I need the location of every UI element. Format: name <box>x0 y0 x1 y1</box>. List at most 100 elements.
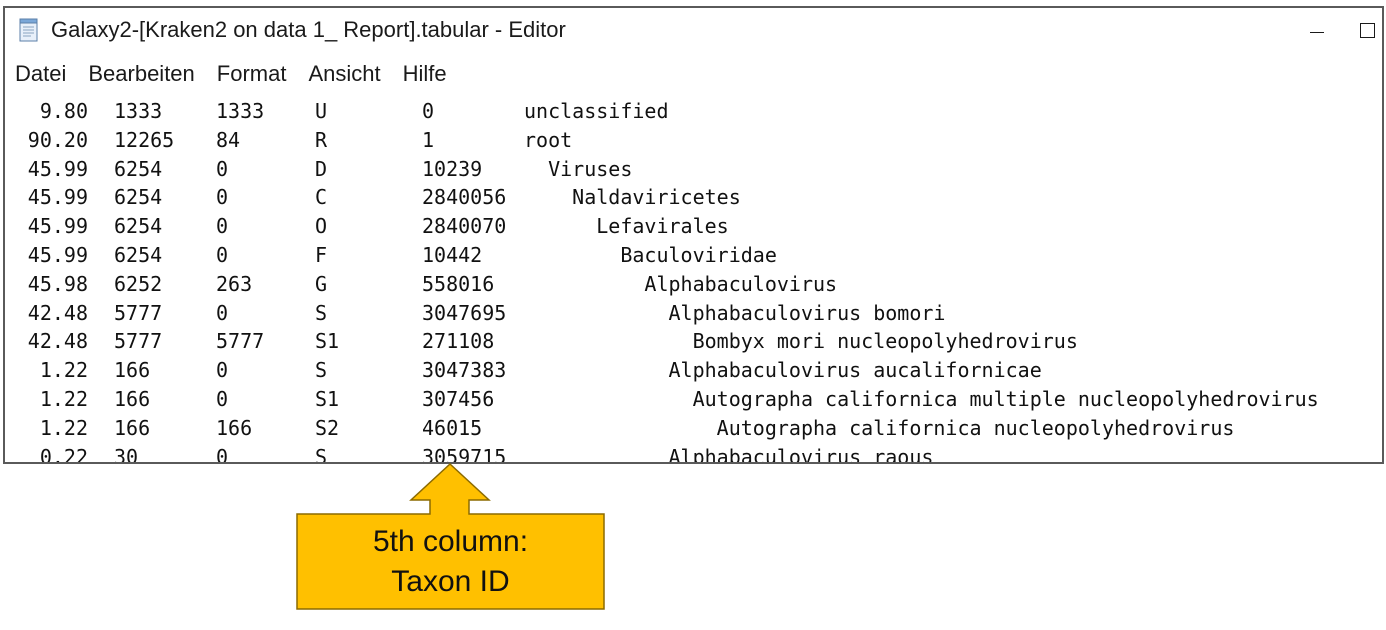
name-cell: Autographa californica nucleopolyhedrovi… <box>524 415 1235 440</box>
percentage-cell: 1.22 <box>39 387 88 411</box>
report-row: 9.80 1333 1333 U 0 unclassified <box>5 97 1382 126</box>
name-cell: root <box>524 127 573 152</box>
maximize-icon <box>1359 22 1375 38</box>
name-cell: Alphabaculovirus <box>524 271 838 296</box>
window-title: Galaxy2-[Kraken2 on data 1_ Report].tabu… <box>51 17 566 42</box>
reads-clade-cell: 6254 <box>114 214 163 239</box>
percentage-cell: 42.48 <box>27 300 88 325</box>
menu-bearbeiten[interactable]: Bearbeiten <box>77 61 205 87</box>
taxon-id-cell: 3047383 <box>422 358 507 383</box>
taxon-id-cell: 3059715 <box>422 444 507 464</box>
rank-cell: G <box>315 271 328 296</box>
report-row: 1.22 166 166 S2 46015 Autographa californica… <box>5 414 1382 443</box>
taxon-id-cell: 307456 <box>422 387 495 411</box>
rank-cell: F <box>315 243 328 267</box>
callout-line-2: Taxon ID <box>391 564 510 598</box>
taxon-id-cell: 10442 <box>422 243 483 267</box>
reads-clade-cell: 166 <box>114 387 151 411</box>
taxon-id-cell: 10239 <box>422 156 483 181</box>
report-row: 45.99 6254 0 C 2840056 Naldaviricetes <box>5 183 1382 212</box>
rank-cell: D <box>315 156 328 181</box>
menu-hilfe[interactable]: Hilfe <box>392 61 458 87</box>
reads-clade-cell: 6254 <box>114 185 163 210</box>
reads-taxon-cell: 0 <box>216 444 229 464</box>
notepad-icon <box>19 18 38 42</box>
taxon-id-cell: 3047695 <box>422 300 507 325</box>
report-row: 42.48 5777 5777 S1 271108 Bombyx mori nucleo… <box>5 327 1382 356</box>
rank-cell: S2 <box>315 415 340 440</box>
percentage-cell: 45.99 <box>27 243 88 267</box>
percentage-cell: 45.99 <box>27 214 88 239</box>
taxon-id-cell: 0 <box>422 99 435 123</box>
reads-clade-cell: 6252 <box>114 271 163 296</box>
percentage-cell: 9.80 <box>39 99 88 123</box>
reads-taxon-cell: 0 <box>216 243 229 267</box>
reads-clade-cell: 12265 <box>114 127 175 152</box>
reads-taxon-cell: 263 <box>216 271 253 296</box>
name-cell: Viruses <box>524 156 633 181</box>
name-cell: Autographa californica multiple nucleopo… <box>524 387 1319 411</box>
name-cell: Alphabaculovirus aucalifornicae <box>524 358 1042 383</box>
reads-clade-cell: 6254 <box>114 156 163 181</box>
taxon-id-cell: 558016 <box>422 271 495 296</box>
taxon-id-cell: 1 <box>422 127 435 152</box>
reads-clade-cell: 1333 <box>114 99 163 123</box>
reads-clade-cell: 30 <box>114 444 139 464</box>
report-row: 90.20 12265 84 R 1 root <box>5 126 1382 155</box>
rank-cell: S1 <box>315 329 340 354</box>
reads-taxon-cell: 0 <box>216 358 229 383</box>
percentage-cell: 1.22 <box>39 415 88 440</box>
report-row: 1.22 166 0 S1 307456 Autographa californica … <box>5 385 1382 414</box>
rank-cell: U <box>315 99 328 123</box>
maximize-button[interactable] <box>1342 8 1382 52</box>
reads-taxon-cell: 0 <box>216 156 229 181</box>
rank-cell: S <box>315 358 328 383</box>
reads-taxon-cell: 5777 <box>216 329 265 354</box>
rank-cell: S1 <box>315 387 340 411</box>
percentage-cell: 0.22 <box>39 444 88 464</box>
taxon-id-cell: 2840070 <box>422 214 507 239</box>
taxon-id-cell: 271108 <box>422 329 495 354</box>
minimize-button[interactable] <box>1292 8 1342 52</box>
report-row: 42.48 5777 0 S 3047695 Alphabaculovirus bomo… <box>5 299 1382 328</box>
rank-cell: S <box>315 300 328 325</box>
reads-taxon-cell: 0 <box>216 214 229 239</box>
report-row: 45.99 6254 0 O 2840070 Lefavirales <box>5 212 1382 241</box>
text-area[interactable]: 9.80 1333 1333 U 0 unclassified 90.20 12265 84 R 1… <box>5 92 1382 462</box>
title-bar[interactable]: Galaxy2-[Kraken2 on data 1_ Report].tabu… <box>5 8 1382 52</box>
percentage-cell: 45.99 <box>27 185 88 210</box>
name-cell: Lefavirales <box>524 214 729 239</box>
percentage-cell: 45.98 <box>27 271 88 296</box>
menu-ansicht[interactable]: Ansicht <box>297 61 391 87</box>
reads-taxon-cell: 166 <box>216 415 253 440</box>
editor-window: Galaxy2-[Kraken2 on data 1_ Report].tabu… <box>3 6 1384 464</box>
name-cell: unclassified <box>524 99 669 123</box>
reads-clade-cell: 5777 <box>114 329 163 354</box>
menu-format[interactable]: Format <box>206 61 298 87</box>
report-row: 1.22 166 0 S 3047383 Alphabaculovirus aucali… <box>5 356 1382 385</box>
menu-bar: Datei Bearbeiten Format Ansicht Hilfe <box>5 56 1382 92</box>
callout-line-1: 5th column: <box>372 524 529 558</box>
reads-taxon-cell: 0 <box>216 300 229 325</box>
menu-datei[interactable]: Datei <box>5 61 77 87</box>
reads-clade-cell: 6254 <box>114 243 163 267</box>
minimize-icon <box>1310 31 1324 33</box>
rank-cell: S <box>315 444 328 464</box>
percentage-cell: 90.20 <box>27 127 88 152</box>
name-cell: Alphabaculovirus raous <box>524 444 934 464</box>
callout-label: 5th column: Taxon ID <box>297 514 604 609</box>
taxon-id-cell: 46015 <box>422 415 483 440</box>
reads-taxon-cell: 0 <box>216 387 229 411</box>
report-row: 45.98 6252 263 G 558016 Alphabaculovirus <box>5 270 1382 299</box>
report-row: 45.99 6254 0 D 10239 Viruses <box>5 155 1382 184</box>
reads-clade-cell: 166 <box>114 358 151 383</box>
reads-taxon-cell: 84 <box>216 127 241 152</box>
rank-cell: R <box>315 127 328 152</box>
name-cell: Bombyx mori nucleopolyhedrovirus <box>524 329 1078 354</box>
reads-taxon-cell: 0 <box>216 185 229 210</box>
report-row: 45.99 6254 0 F 10442 Baculoviridae <box>5 241 1382 270</box>
name-cell: Alphabaculovirus bomori <box>524 300 946 325</box>
name-cell: Baculoviridae <box>524 243 777 267</box>
taxon-id-cell: 2840056 <box>422 185 507 210</box>
reads-clade-cell: 5777 <box>114 300 163 325</box>
